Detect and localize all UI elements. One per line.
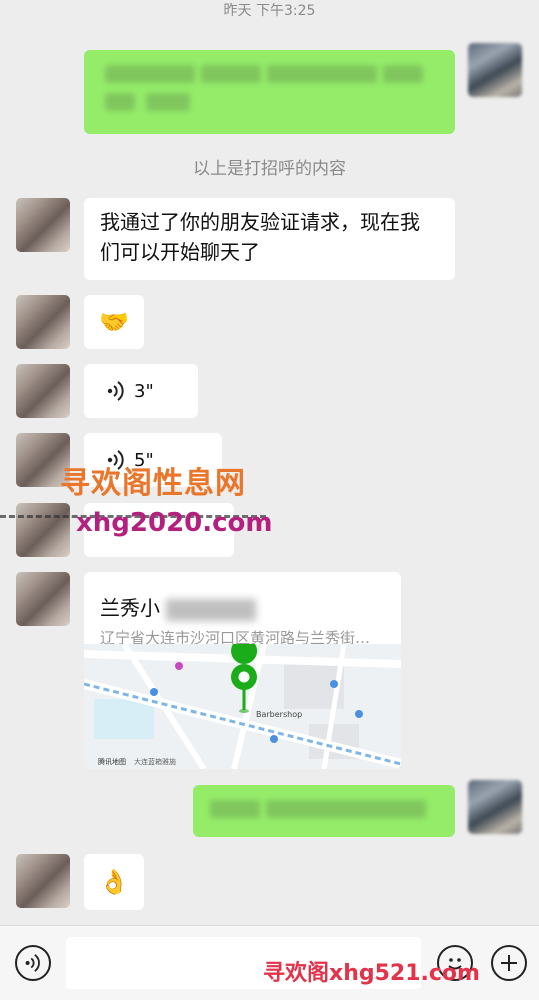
- friend-avatar[interactable]: [16, 295, 70, 349]
- friend-avatar[interactable]: [16, 503, 70, 557]
- watermark-url: xhg2020.com: [76, 508, 273, 538]
- watermark-text: 寻欢阁性息网: [60, 466, 246, 501]
- message-timestamp: 昨天 下午3:25: [223, 3, 316, 19]
- more-button[interactable]: [491, 945, 527, 981]
- voice-icon: [25, 954, 40, 972]
- location-title: 兰秀小: [100, 596, 160, 620]
- my-avatar[interactable]: [468, 780, 522, 834]
- handshake-emoji: 🤝: [99, 308, 129, 336]
- map-attribution: 腾讯地图: [98, 757, 126, 766]
- my-avatar[interactable]: [468, 43, 522, 97]
- emoji-message-bubble[interactable]: 🤝: [84, 295, 144, 349]
- friend-avatar[interactable]: [16, 572, 70, 626]
- friend-avatar[interactable]: [16, 854, 70, 908]
- location-map[interactable]: Barbershop 腾讯地图 大连蓝箱雅施: [84, 644, 401, 769]
- map-poi-hotel: 大连蓝箱雅施: [134, 757, 176, 766]
- watermark-bottom: 寻欢阁xhg521.com: [263, 961, 480, 986]
- emoji-message-bubble[interactable]: 👌: [84, 854, 144, 910]
- input-bar: 寻欢阁xhg521.com: [0, 925, 539, 1000]
- map-image: Barbershop 腾讯地图 大连蓝箱雅施: [84, 644, 401, 769]
- friend-accepted-text: 我通过了你的朋友验证请求，现在我们可以开始聊天了: [100, 210, 420, 264]
- voice-toggle-button[interactable]: [15, 945, 51, 981]
- outgoing-greeting-bubble[interactable]: [84, 50, 455, 134]
- friend-accepted-bubble[interactable]: 我通过了你的朋友验证请求，现在我们可以开始聊天了: [84, 198, 455, 280]
- voice-duration: 3": [134, 380, 154, 402]
- outgoing-message-bubble[interactable]: [193, 785, 455, 837]
- voice-wave-icon: [107, 381, 124, 401]
- voice-message-bubble[interactable]: 3": [84, 364, 198, 418]
- location-card[interactable]: 兰秀小 辽宁省大连市沙河口区黄河路与兰秀街… Barbershop 腾讯地图 大…: [84, 572, 401, 769]
- location-title-blur: [166, 598, 257, 621]
- friend-avatar[interactable]: [16, 198, 70, 252]
- ok-hand-emoji: 👌: [99, 868, 129, 896]
- plus-icon: [501, 955, 517, 971]
- friend-avatar[interactable]: [16, 364, 70, 418]
- system-note: 以上是打招呼的内容: [193, 159, 346, 179]
- map-poi-shop: Barbershop: [256, 710, 302, 719]
